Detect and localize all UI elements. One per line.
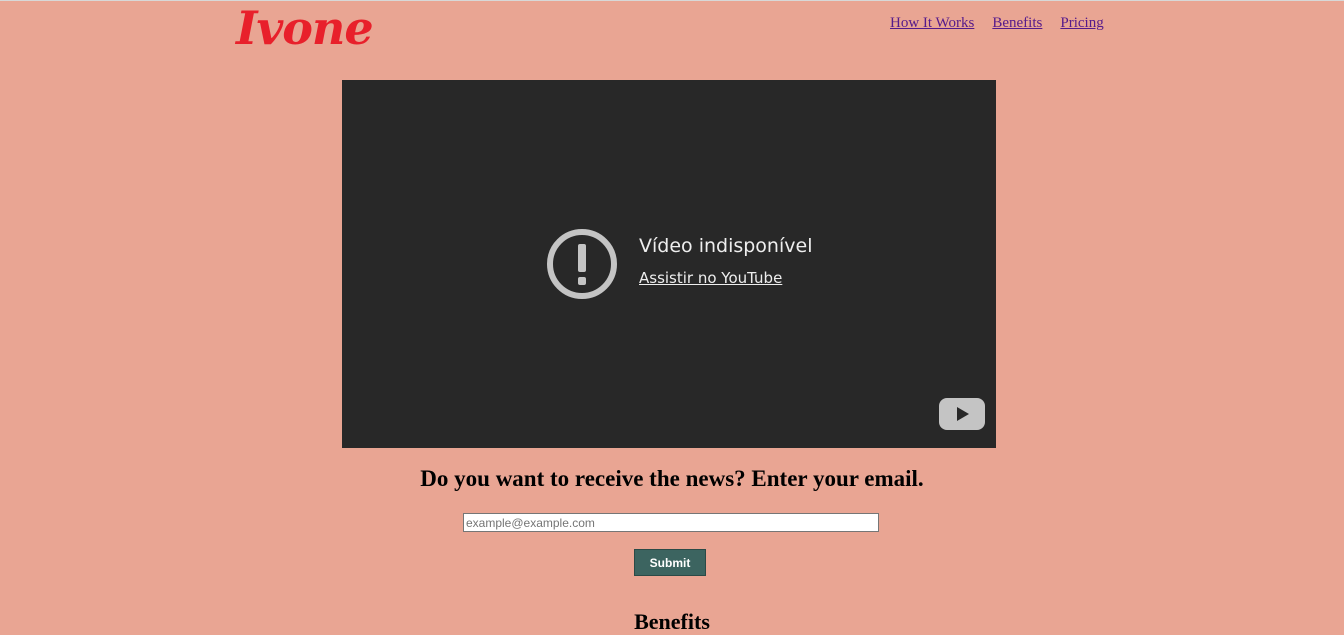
logo[interactable]: Ivone — [236, 2, 374, 54]
watch-on-youtube-link[interactable]: Assistir no YouTube — [639, 269, 782, 287]
page-header: Ivone How It Works Benefits Pricing — [0, 0, 1344, 60]
email-input[interactable] — [463, 513, 879, 532]
nav-link-pricing[interactable]: Pricing — [1060, 15, 1103, 32]
nav-link-benefits[interactable]: Benefits — [992, 15, 1042, 32]
video-player[interactable]: Vídeo indisponível Assistir no YouTube — [342, 80, 996, 448]
main-nav: How It Works Benefits Pricing — [890, 15, 1104, 32]
video-unavailable-message: Vídeo indisponível — [639, 235, 813, 257]
submit-button[interactable]: Submit — [634, 549, 706, 576]
benefits-heading: Benefits — [634, 609, 710, 634]
newsletter-heading: Do you want to receive the news? Enter y… — [420, 466, 924, 491]
youtube-play-icon[interactable] — [939, 398, 985, 430]
nav-link-how-it-works[interactable]: How It Works — [890, 15, 974, 32]
alert-circle-icon — [547, 229, 617, 299]
